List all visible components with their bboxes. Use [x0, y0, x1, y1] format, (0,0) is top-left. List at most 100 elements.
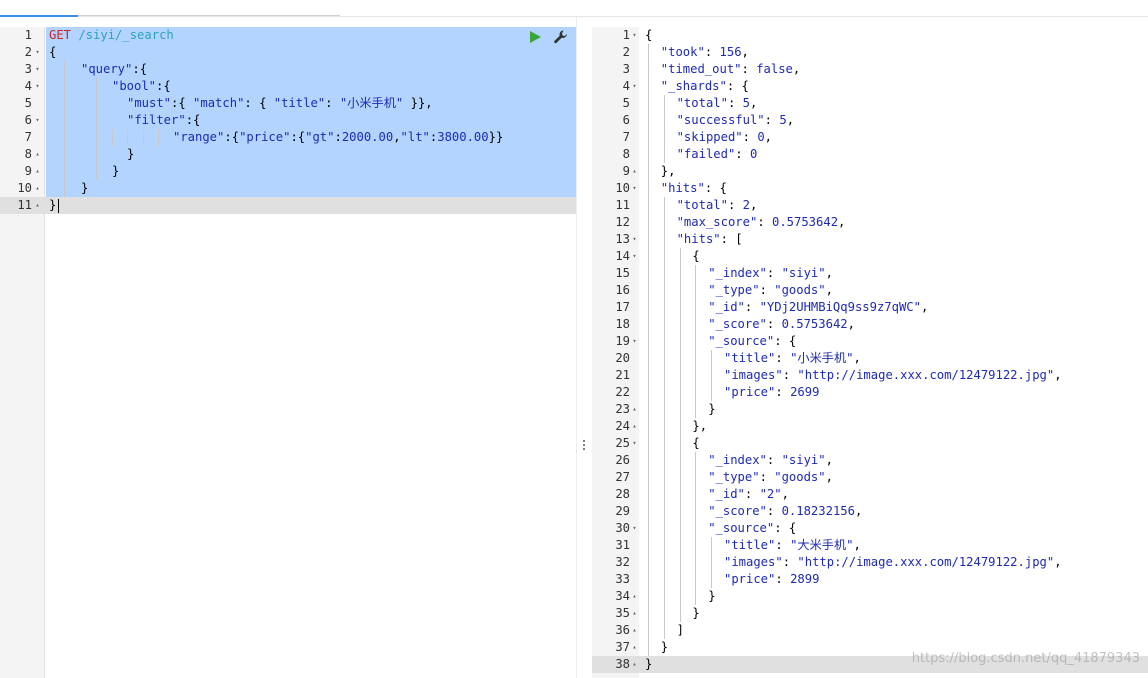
- fold-toggle-icon[interactable]: ▾: [630, 520, 639, 537]
- fold-toggle-icon[interactable]: ▾: [630, 248, 639, 265]
- indent-guide: [648, 401, 649, 418]
- fold-toggle-icon[interactable]: ▾: [33, 44, 42, 61]
- fold-toggle-icon[interactable]: ▾: [630, 435, 639, 452]
- indent-guide: [663, 265, 665, 282]
- fold-toggle-icon[interactable]: ▴: [630, 605, 639, 622]
- fold-toggle-icon[interactable]: ▾: [630, 231, 639, 248]
- request-line-11[interactable]: }: [0, 197, 576, 214]
- response-line[interactable]: 32 "images": "http://image.xxx.com/124791…: [592, 554, 1148, 571]
- response-line[interactable]: 18 "_score": 0.5753642,: [592, 316, 1148, 333]
- response-line[interactable]: 26 "_index": "siyi",: [592, 452, 1148, 469]
- fold-toggle-icon[interactable]: ▾: [630, 78, 639, 95]
- pane-splitter[interactable]: [576, 17, 592, 678]
- response-line[interactable]: 19 ▾ "_source": {: [592, 333, 1148, 350]
- json-token: :: [766, 453, 782, 467]
- request-line-3[interactable]: "query":{: [0, 61, 576, 78]
- fold-toggle-icon[interactable]: ▴: [630, 639, 639, 656]
- fold-toggle-icon[interactable]: ▴: [630, 622, 639, 639]
- response-line[interactable]: 2 "took": 156,: [592, 44, 1148, 61]
- fold-toggle-icon[interactable]: ▾: [33, 78, 42, 95]
- fold-toggle-icon[interactable]: ▾: [630, 333, 639, 350]
- indent-guide: [663, 333, 665, 350]
- indent-guide: [711, 554, 713, 571]
- request-settings-button[interactable]: [553, 29, 569, 45]
- response-line[interactable]: 20 "title": "小米手机",: [592, 350, 1148, 367]
- response-line[interactable]: 27 "_type": "goods",: [592, 469, 1148, 486]
- fold-toggle-icon[interactable]: ▾: [33, 112, 42, 129]
- response-line[interactable]: 25 ▾ {: [592, 435, 1148, 452]
- response-line[interactable]: 4 ▾ "_shards": {: [592, 78, 1148, 95]
- response-line[interactable]: 12 "max_score": 0.5753642,: [592, 214, 1148, 231]
- request-line-8[interactable]: }: [0, 146, 576, 163]
- response-line[interactable]: 16 "_type": "goods",: [592, 282, 1148, 299]
- response-line[interactable]: 9 ▴},: [592, 163, 1148, 180]
- request-line-5[interactable]: "must":{ "match": { "title": "小米手机" }},: [0, 95, 576, 112]
- response-line[interactable]: 36 ▴]: [592, 622, 1148, 639]
- response-line[interactable]: 1 ▾ {: [592, 27, 1148, 44]
- splitter-handle-icon[interactable]: [582, 440, 586, 454]
- request-line-1[interactable]: GET /siyi/_search: [0, 27, 576, 44]
- response-code: "images": "http://image.xxx.com/12479122…: [724, 554, 1062, 571]
- json-token: :: [735, 147, 750, 161]
- indent-guide: [679, 299, 681, 316]
- line-number: 5: [622, 96, 630, 110]
- indent-guide: [663, 248, 665, 265]
- line-number: 3: [24, 62, 32, 76]
- response-line[interactable]: 14 ▾ {: [592, 248, 1148, 265]
- response-line[interactable]: 17 "_id": "YDj2UHMBiQq9ss9z7qWC",: [592, 299, 1148, 316]
- response-line[interactable]: 6 "successful": 5,: [592, 112, 1148, 129]
- fold-toggle-icon[interactable]: ▴: [33, 197, 42, 214]
- response-line[interactable]: 30 ▾ "_source": {: [592, 520, 1148, 537]
- fold-toggle-icon[interactable]: ▾: [33, 61, 42, 78]
- response-line[interactable]: 31 "title": "大米手机",: [592, 537, 1148, 554]
- request-line-2[interactable]: {: [0, 44, 576, 61]
- json-token: ,: [764, 130, 773, 144]
- response-line[interactable]: 24 ▴},: [592, 418, 1148, 435]
- fold-toggle-icon[interactable]: ▴: [33, 180, 42, 197]
- fold-toggle-icon[interactable]: ▾: [630, 27, 639, 44]
- response-line[interactable]: 34 ▴}: [592, 588, 1148, 605]
- run-request-button[interactable]: [528, 30, 542, 44]
- response-line[interactable]: 35 ▴}: [592, 605, 1148, 622]
- json-token: ]: [676, 623, 684, 637]
- fold-toggle-icon[interactable]: ▴: [33, 163, 42, 180]
- fold-toggle-icon[interactable]: ▴: [33, 146, 42, 163]
- indent-guide: [695, 554, 697, 571]
- response-line[interactable]: 21 "images": "http://image.xxx.com/124791…: [592, 367, 1148, 384]
- response-line[interactable]: 23 ▴}: [592, 401, 1148, 418]
- request-line-7[interactable]: "range":{"price":{"gt":2000.00,"lt":3800…: [0, 129, 576, 146]
- response-code: "successful": 5,: [677, 112, 794, 129]
- response-line[interactable]: 33 "price": 2899: [592, 571, 1148, 588]
- response-line[interactable]: 29 "_score": 0.18232156,: [592, 503, 1148, 520]
- json-token: : [: [720, 232, 743, 246]
- request-line-6[interactable]: "filter":{: [0, 112, 576, 129]
- fold-toggle-icon[interactable]: ▴: [630, 163, 639, 180]
- response-code: },: [661, 163, 676, 180]
- fold-toggle-icon[interactable]: ▴: [630, 656, 639, 673]
- request-editor[interactable]: GET /siyi/_search { "query":{ "bool":{ "…: [0, 27, 576, 678]
- indent-guide: [648, 248, 649, 265]
- request-line-10[interactable]: }: [0, 180, 576, 197]
- request-line-9[interactable]: }: [0, 163, 576, 180]
- fold-toggle-icon[interactable]: ▴: [630, 418, 639, 435]
- response-line[interactable]: 5 "total": 5,: [592, 95, 1148, 112]
- request-line-4[interactable]: "bool":{: [0, 78, 576, 95]
- response-line[interactable]: 7 "skipped": 0,: [592, 129, 1148, 146]
- fold-toggle-icon[interactable]: ▴: [630, 588, 639, 605]
- fold-toggle-icon[interactable]: ▴: [630, 401, 639, 418]
- active-tab-indicator[interactable]: [0, 15, 78, 17]
- response-line[interactable]: 11 "total": 2,: [592, 197, 1148, 214]
- response-line[interactable]: 13 ▾ "hits": [: [592, 231, 1148, 248]
- response-line[interactable]: 8 "failed": 0: [592, 146, 1148, 163]
- response-line[interactable]: 15 "_index": "siyi",: [592, 265, 1148, 282]
- json-token: "max_score": [676, 215, 758, 229]
- indent-guide: [663, 299, 665, 316]
- response-viewer[interactable]: 1 ▾{2 "took": 156, 3 "timed_out": false, 4 ▾ "_…: [592, 27, 1148, 678]
- response-line[interactable]: 3 "timed_out": false,: [592, 61, 1148, 78]
- response-line[interactable]: 10 ▾ "hits": {: [592, 180, 1148, 197]
- response-line[interactable]: 22 "price": 2699: [592, 384, 1148, 401]
- fold-toggle-icon[interactable]: ▾: [630, 180, 639, 197]
- response-code: "max_score": 0.5753642,: [677, 214, 846, 231]
- response-line[interactable]: 28 "_id": "2",: [592, 486, 1148, 503]
- indent-guide: [695, 469, 697, 486]
